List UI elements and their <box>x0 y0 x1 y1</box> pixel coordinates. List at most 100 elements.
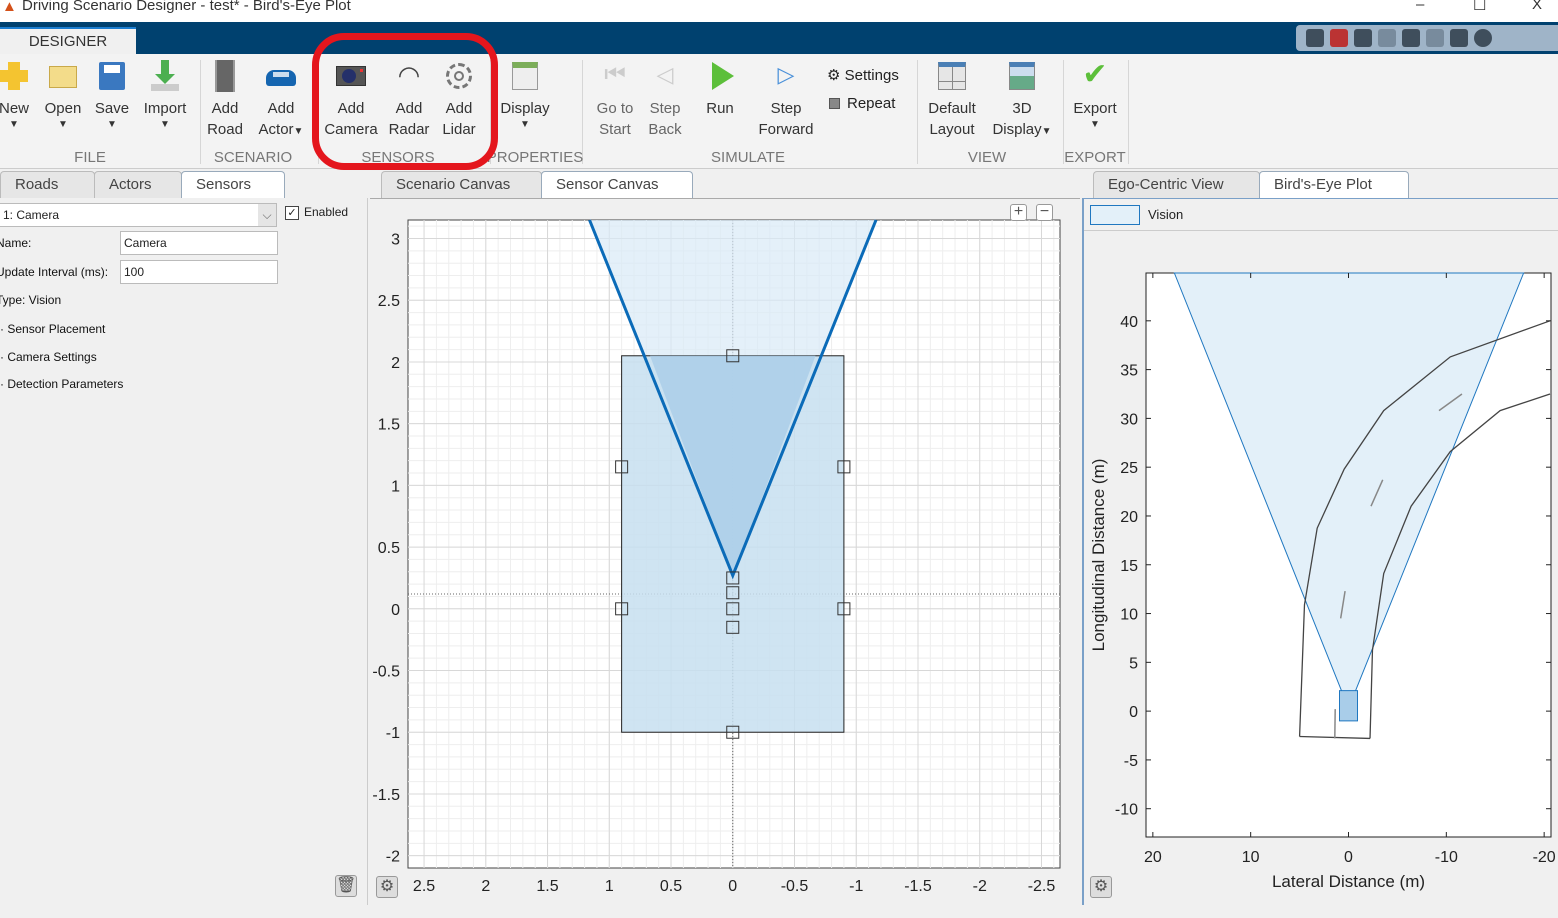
section-label-properties: PROPERTIES <box>486 149 584 166</box>
y-tick-label: 0 <box>391 602 400 619</box>
save-icon[interactable] <box>1306 29 1324 47</box>
y-tick-label: 10 <box>1120 607 1138 624</box>
step-back-button[interactable]: ◁ Step Back <box>645 60 685 140</box>
x-tick-label: 1 <box>605 878 614 895</box>
minimize-button[interactable]: – <box>1416 0 1424 13</box>
display-button[interactable]: Display ▼ <box>498 60 552 131</box>
step-forward-icon: ▷ <box>777 62 795 87</box>
folder-icon <box>47 60 79 92</box>
y-tick-label: 20 <box>1120 509 1138 526</box>
y-tick-label: 40 <box>1120 314 1138 331</box>
tab-designer[interactable]: DESIGNER <box>0 27 136 54</box>
car-icon <box>265 60 297 92</box>
y-tick-label: -10 <box>1115 802 1138 819</box>
ribbon: New ▼ Open ▼ Save ▼ Import ▼ Add Road Add Acto… <box>0 54 1558 169</box>
gear-icon[interactable]: ⚙ <box>1090 876 1112 898</box>
section-label-file: FILE <box>74 149 106 166</box>
x-tick-label: -1 <box>849 878 863 895</box>
chevron-down-icon: ▼ <box>9 119 19 130</box>
tab-ego-centric-view[interactable]: Ego-Centric View <box>1093 171 1260 198</box>
export-button[interactable]: ✔ Export ▼ <box>1070 60 1120 131</box>
chevron-down-icon: ▼ <box>293 126 304 137</box>
x-tick-label: 2.5 <box>413 878 435 895</box>
settings-button[interactable]: ⚙ Settings <box>827 66 899 84</box>
section-label-view: VIEW <box>967 149 1007 166</box>
checkbox-icon <box>829 98 840 109</box>
trash-icon[interactable]: 🗑 <box>335 875 357 897</box>
add-lidar-button[interactable]: Add Lidar <box>438 60 480 140</box>
repeat-checkbox[interactable]: Repeat <box>829 95 895 112</box>
x-tick-label: 1.5 <box>536 878 558 895</box>
chevron-down-icon: ▼ <box>1041 126 1052 137</box>
section-sensor-placement[interactable]: · Sensor Placement <box>0 322 105 336</box>
sensor-canvas-panel: 2.5 2 1.5 1 0.5 0 -0.5 -1 -1.5 -2 -2.5 3 2.5 2 1.5 1 0.5… <box>370 198 1080 905</box>
zoom-in-button[interactable]: + <box>1010 204 1027 221</box>
name-input[interactable]: Camera <box>120 231 278 255</box>
open-button[interactable]: Open ▼ <box>43 60 83 131</box>
step-back-icon: ◁ <box>656 62 674 87</box>
section-detection-parameters[interactable]: · Detection Parameters <box>0 377 123 391</box>
x-tick-label: 0 <box>728 878 737 895</box>
maximize-button[interactable]: ☐ <box>1473 0 1486 14</box>
section-label-sensors: SENSORS <box>361 149 435 166</box>
gear-icon[interactable]: ⚙ <box>376 876 398 898</box>
y-tick-label: 0 <box>1129 704 1138 721</box>
type-label: Type: Vision <box>0 293 62 307</box>
tab-sensor-canvas[interactable]: Sensor Canvas <box>541 171 693 198</box>
window-icon[interactable] <box>1450 29 1468 47</box>
chevron-down-icon: ▼ <box>160 119 170 130</box>
tab-roads[interactable]: Roads <box>0 171 95 198</box>
enabled-checkbox[interactable]: ✓ Enabled <box>285 205 348 220</box>
run-button[interactable]: Run <box>700 60 740 119</box>
3d-road-icon <box>1006 60 1038 92</box>
y-tick-label: 15 <box>1120 558 1138 575</box>
y-tick-label: 2 <box>391 355 400 372</box>
go-to-start-button[interactable]: ⏮ Go to Start <box>594 60 636 140</box>
radar-waves-icon: ◠ <box>397 60 421 90</box>
new-button[interactable]: New ▼ <box>0 60 32 131</box>
update-interval-input[interactable]: 100 <box>120 260 278 284</box>
undo-icon[interactable] <box>1402 29 1420 47</box>
tab-scenario-canvas[interactable]: Scenario Canvas <box>381 171 542 198</box>
y-tick-label: -1.5 <box>372 787 400 804</box>
sensor-select-dropdown[interactable]: 1: Camera ⌵ <box>0 203 277 227</box>
road-icon <box>209 60 241 92</box>
import-arrow-icon <box>149 60 181 92</box>
paste-icon[interactable] <box>1378 29 1396 47</box>
divider <box>1128 60 1129 164</box>
x-tick-label: -0.5 <box>781 878 809 895</box>
center-tabs: Scenario Canvas Sensor Canvas <box>381 171 693 198</box>
checkmark-icon: ✓ <box>285 206 299 220</box>
add-radar-button[interactable]: ◠ Add Radar <box>387 60 431 140</box>
add-road-button[interactable]: Add Road <box>205 60 245 140</box>
copy-icon[interactable] <box>1354 29 1372 47</box>
matlab-logo-icon: ▲ <box>2 0 17 15</box>
y-tick-label: -2 <box>386 849 400 866</box>
3d-display-button[interactable]: 3D Display▼ <box>988 60 1056 140</box>
tab-sensors[interactable]: Sensors <box>181 171 285 198</box>
tab-birds-eye-plot[interactable]: Bird's-Eye Plot <box>1259 171 1409 198</box>
import-button[interactable]: Import ▼ <box>140 60 190 131</box>
redo-icon[interactable] <box>1426 29 1444 47</box>
x-tick-label: 20 <box>1144 849 1162 866</box>
name-label: Name: <box>0 236 32 250</box>
zoom-out-button[interactable]: − <box>1036 204 1053 221</box>
x-tick-label: -10 <box>1435 849 1458 866</box>
birds-eye-chart: 20 10 0 -10 -20 40 35 30 25 20 15 10 5 0 -5 -10 Lateral … <box>1089 272 1556 891</box>
cut-icon[interactable] <box>1330 29 1348 47</box>
tab-actors[interactable]: Actors <box>94 171 182 198</box>
save-button[interactable]: Save ▼ <box>93 60 131 131</box>
add-actor-button[interactable]: Add Actor▼ <box>255 60 307 140</box>
section-label-simulate: SIMULATE <box>711 149 785 166</box>
step-forward-button[interactable]: ▷ Step Forward <box>756 60 816 140</box>
x-tick-label: 2 <box>481 878 490 895</box>
help-icon[interactable] <box>1474 29 1492 47</box>
add-camera-button[interactable]: Add Camera <box>324 60 378 140</box>
section-camera-settings[interactable]: · Camera Settings <box>0 350 97 364</box>
sensor-canvas[interactable]: 2.5 2 1.5 1 0.5 0 -0.5 -1 -1.5 -2 -2.5 3 2.5 2 1.5 1 0.5… <box>370 199 1080 906</box>
plus-icon <box>0 60 30 92</box>
play-icon <box>704 60 736 92</box>
close-button[interactable]: X <box>1532 0 1542 13</box>
checklist-icon <box>509 60 541 92</box>
default-layout-button[interactable]: Default Layout <box>924 60 980 140</box>
